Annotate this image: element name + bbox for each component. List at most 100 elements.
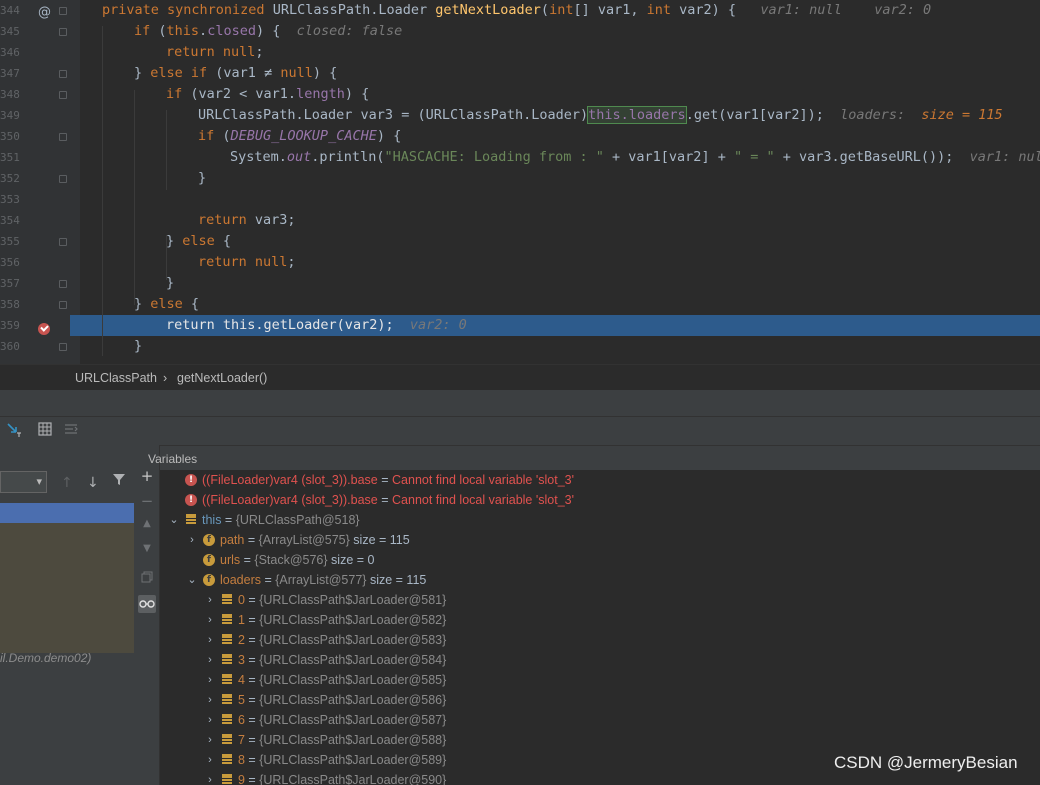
- code-line[interactable]: if (this.closed) { closed: false: [70, 21, 1040, 42]
- filter-icon[interactable]: [112, 472, 126, 490]
- code-line[interactable]: }: [70, 168, 1040, 189]
- variable-row[interactable]: › 4 = {URLClassPath$JarLoader@585}: [160, 670, 1040, 690]
- remove-icon[interactable]: −: [138, 492, 156, 510]
- variable-name: 3: [238, 653, 245, 667]
- variable-row[interactable]: › 6 = {URLClassPath$JarLoader@587}: [160, 710, 1040, 730]
- code-line[interactable]: return null;: [70, 252, 1040, 273]
- code-line[interactable]: }: [70, 273, 1040, 294]
- table-icon[interactable]: [36, 422, 54, 440]
- code-line[interactable]: } else if (var1 ≠ null) {: [70, 63, 1040, 84]
- variable-row[interactable]: f urls = {Stack@576} size = 0: [160, 550, 1040, 570]
- frame-list-area[interactable]: [0, 523, 134, 653]
- variables-title: Variables: [148, 452, 198, 466]
- code-line[interactable]: }: [70, 336, 1040, 357]
- code-line[interactable]: } else {: [70, 231, 1040, 252]
- object-icon: [221, 594, 233, 606]
- code-text: private synchronized URLClassPath.Loader…: [102, 0, 931, 21]
- variable-eq: =: [244, 633, 260, 647]
- code-line-current[interactable]: return this.getLoader(var2); var2: 0: [70, 315, 1040, 336]
- expand-arrow-icon[interactable]: ›: [204, 770, 216, 785]
- thread-dropdown[interactable]: ▾: [0, 471, 47, 493]
- expand-arrow-icon[interactable]: ›: [204, 730, 216, 750]
- move-up-icon[interactable]: ▲: [138, 518, 156, 536]
- line-number: 344: [0, 4, 20, 17]
- code-line[interactable]: private synchronized URLClassPath.Loader…: [70, 0, 1040, 21]
- add-watch-icon[interactable]: +: [138, 467, 156, 485]
- variable-row[interactable]: ⌄ f loaders = {ArrayList@577} size = 115: [160, 570, 1040, 590]
- breadcrumb-class[interactable]: URLClassPath: [75, 371, 157, 385]
- breadcrumb-method[interactable]: getNextLoader(): [177, 371, 267, 385]
- code-line[interactable]: if (var2 < var1.length) {: [70, 84, 1040, 105]
- code-token: "HASCACHE: Loading from : ": [384, 149, 604, 165]
- editor-gutter[interactable]: 344 345 346 347 348 349 350 351 352 353 354 355 356 3…: [0, 0, 80, 364]
- variable-row[interactable]: ⌄ this = {URLClassPath@518}: [160, 510, 1040, 530]
- indent-guide: [102, 26, 103, 356]
- fold-marker-icon[interactable]: [59, 133, 67, 141]
- frame-item-label[interactable]: il.Demo.demo02): [0, 651, 91, 665]
- expand-arrow-icon[interactable]: ›: [204, 590, 216, 610]
- code-line[interactable]: URLClassPath.Loader var3 = (URLClassPath…: [70, 105, 1040, 126]
- variable-row[interactable]: › 3 = {URLClassPath$JarLoader@584}: [160, 650, 1040, 670]
- expand-arrow-icon[interactable]: ›: [204, 670, 216, 690]
- fold-marker-icon[interactable]: [59, 70, 67, 78]
- variable-row[interactable]: › 0 = {URLClassPath$JarLoader@581}: [160, 590, 1040, 610]
- variable-row[interactable]: ! ((FileLoader)var4 (slot_3)).base = Cann…: [160, 490, 1040, 510]
- code-line[interactable]: return null;: [70, 42, 1040, 63]
- override-marker-icon[interactable]: @: [38, 5, 51, 20]
- variable-row[interactable]: › 7 = {URLClassPath$JarLoader@588}: [160, 730, 1040, 750]
- code-token: return null: [166, 44, 256, 60]
- expand-arrow-icon[interactable]: ⌄: [186, 570, 198, 590]
- move-down-icon[interactable]: ▼: [138, 543, 156, 561]
- line-number: 357: [0, 277, 20, 290]
- variable-row[interactable]: › 1 = {URLClassPath$JarLoader@582}: [160, 610, 1040, 630]
- step-cursor-icon[interactable]: [5, 422, 23, 440]
- variable-eq: =: [244, 753, 260, 767]
- fold-marker-icon[interactable]: [59, 238, 67, 246]
- expand-arrow-icon[interactable]: ›: [186, 530, 198, 550]
- indent-guide: [134, 90, 135, 305]
- fold-marker-icon[interactable]: [59, 7, 67, 15]
- variable-row[interactable]: › f path = {ArrayList@575} size = 115: [160, 530, 1040, 550]
- variable-row[interactable]: › 5 = {URLClassPath$JarLoader@586}: [160, 690, 1040, 710]
- code-token: }: [166, 233, 183, 249]
- frame-item-selected[interactable]: [0, 503, 134, 523]
- code-line[interactable]: if (DEBUG_LOOKUP_CACHE) {: [70, 126, 1040, 147]
- expand-arrow-icon[interactable]: ›: [204, 750, 216, 770]
- arrow-down-icon[interactable]: ↓: [87, 475, 99, 491]
- code-token: (: [222, 128, 231, 144]
- fold-marker-icon[interactable]: [59, 28, 67, 36]
- variable-text: 0 = {URLClassPath$JarLoader@581}: [238, 590, 446, 610]
- expand-arrow-icon[interactable]: ›: [204, 610, 216, 630]
- expand-arrow-icon[interactable]: ›: [204, 650, 216, 670]
- fold-marker-icon[interactable]: [59, 91, 67, 99]
- fold-marker-icon[interactable]: [59, 175, 67, 183]
- variable-text: urls = {Stack@576} size = 0: [220, 550, 374, 570]
- layout-icon[interactable]: [62, 422, 80, 440]
- code-line[interactable]: [70, 189, 1040, 210]
- expand-arrow-icon[interactable]: ›: [204, 690, 216, 710]
- code-line[interactable]: return var3;: [70, 210, 1040, 231]
- arrow-up-icon[interactable]: ↑: [61, 475, 73, 491]
- expand-arrow-icon[interactable]: ⌄: [168, 510, 180, 530]
- fold-marker-icon[interactable]: [59, 343, 67, 351]
- breakpoint-icon[interactable]: [38, 323, 50, 335]
- code-text: if (DEBUG_LOOKUP_CACHE) {: [198, 126, 401, 147]
- code-line[interactable]: } else {: [70, 294, 1040, 315]
- copy-icon[interactable]: [138, 569, 156, 587]
- variable-value: {URLClassPath$JarLoader@589}: [259, 753, 447, 767]
- expand-arrow-icon[interactable]: ›: [204, 630, 216, 650]
- expand-arrow-icon[interactable]: ›: [204, 710, 216, 730]
- code-token: null: [280, 65, 313, 81]
- fold-marker-icon[interactable]: [59, 280, 67, 288]
- code-line[interactable]: System.out.println("HASCACHE: Loading fr…: [70, 147, 1040, 168]
- code-token: .getLoader(var2);: [255, 317, 394, 333]
- fold-marker-icon[interactable]: [59, 301, 67, 309]
- code-editor[interactable]: 344 345 346 347 348 349 350 351 352 353 354 355 356 3…: [0, 0, 1040, 364]
- object-icon: [221, 654, 233, 666]
- chevron-down-icon: ▾: [36, 476, 42, 488]
- line-number: 345: [0, 25, 20, 38]
- variable-eq: =: [244, 653, 260, 667]
- variable-row[interactable]: › 2 = {URLClassPath$JarLoader@583}: [160, 630, 1040, 650]
- show-watches-icon[interactable]: [138, 595, 156, 613]
- variable-row[interactable]: ! ((FileLoader)var4 (slot_3)).base = Cann…: [160, 470, 1040, 490]
